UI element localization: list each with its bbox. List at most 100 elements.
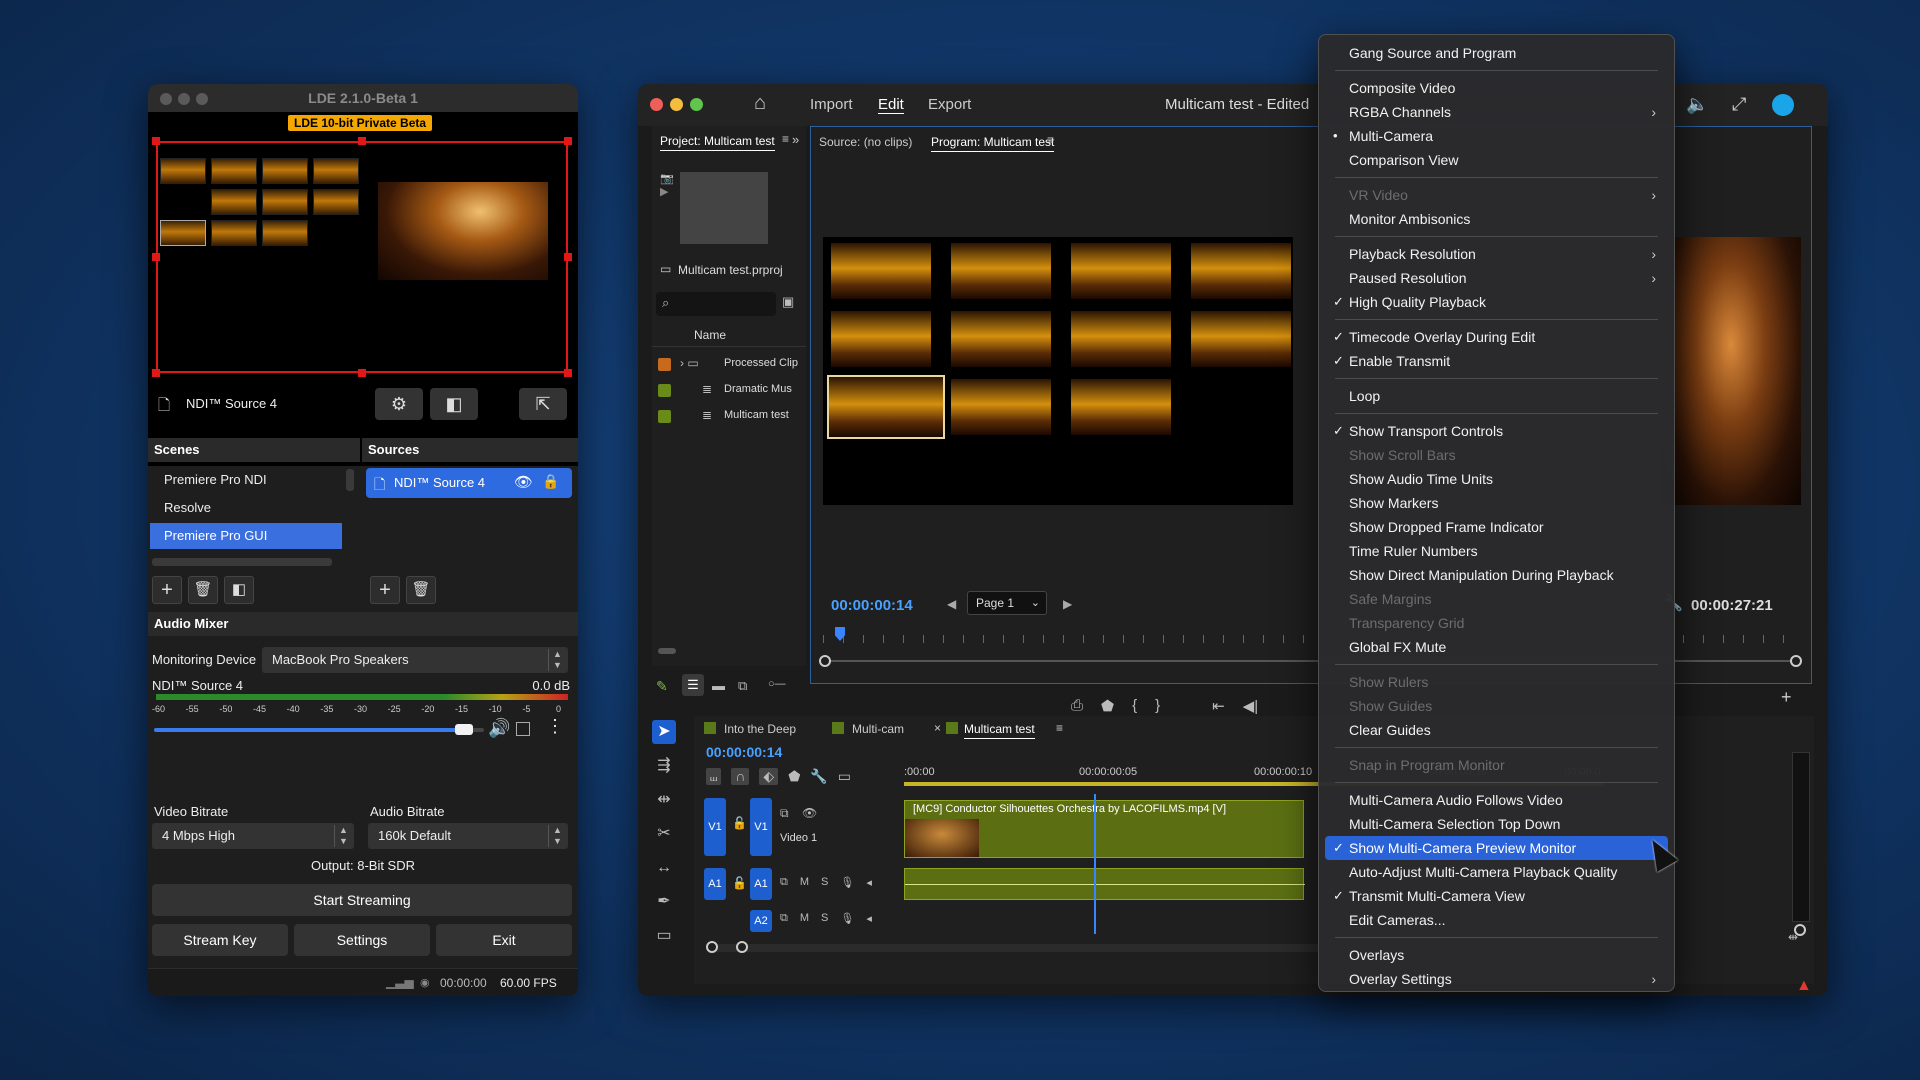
resize-handle[interactable] — [152, 137, 160, 145]
exit-button[interactable]: Exit — [436, 924, 572, 956]
zoom-slider[interactable] — [658, 648, 676, 654]
stream-key-button[interactable]: Stream Key — [152, 924, 288, 956]
camera-angle-3[interactable] — [1071, 243, 1171, 299]
timeline-playhead[interactable] — [1094, 794, 1096, 934]
list-view-icon[interactable]: ☰ — [682, 674, 704, 696]
menu-item-multi-camera-audio-follows-video[interactable]: Multi-Camera Audio Follows Video — [1325, 788, 1668, 812]
menu-item-comparison-view[interactable]: Comparison View — [1325, 148, 1668, 172]
menu-item-time-ruler-numbers[interactable]: Time Ruler Numbers — [1325, 539, 1668, 563]
sync-lock-icon[interactable]: ⧉ — [780, 806, 789, 821]
audio-clip[interactable] — [904, 868, 1305, 900]
zoom-button[interactable] — [690, 98, 703, 111]
audio-bitrate-select[interactable]: 160k Default ▲ ▼ — [368, 823, 568, 849]
razor-icon[interactable]: ✂ — [652, 822, 676, 846]
camera-angle-7[interactable] — [1071, 311, 1171, 367]
expand-panels-icon[interactable]: » — [792, 132, 799, 147]
rectangle-icon[interactable]: ▭ — [652, 924, 676, 948]
start-streaming-button[interactable]: Start Streaming — [152, 884, 572, 916]
camera-angle-1[interactable] — [831, 243, 931, 299]
program-timecode[interactable]: 00:00:00:14 — [831, 597, 913, 614]
speaker-icon[interactable]: 🔊 — [488, 718, 510, 739]
freeform-view-icon[interactable]: ⧉ — [738, 678, 747, 694]
menu-item-paused-resolution[interactable]: Paused Resolution › — [1325, 266, 1668, 290]
menu-item-overlays[interactable]: Overlays — [1325, 943, 1668, 967]
camera-angle-10[interactable] — [951, 379, 1051, 435]
wrench-icon[interactable]: 🔧 — [810, 768, 827, 785]
solo-button[interactable]: S — [821, 876, 828, 889]
add-button-icon[interactable]: + — [1781, 687, 1792, 708]
microphone-icon[interactable]: 🎙 — [840, 876, 854, 889]
popout-icon[interactable]: ⇱ — [519, 388, 567, 420]
lock-icon[interactable]: 🔒 — [542, 473, 559, 490]
scene-item[interactable]: Premiere Pro NDI — [150, 467, 342, 493]
track-source-a2[interactable]: A2 — [750, 910, 772, 932]
lde-preview[interactable]: LDE 10-bit Private Beta — [148, 112, 578, 466]
volume-knob[interactable] — [454, 724, 473, 735]
avatar[interactable] — [1772, 94, 1794, 116]
tab-multi-cam[interactable]: Multi-cam — [852, 722, 904, 736]
zoom-knob-icon[interactable]: ○— — [768, 678, 786, 690]
new-bin-icon[interactable]: ▣ — [782, 294, 794, 310]
fullscreen-icon[interactable]: ⤢ — [1732, 94, 1746, 115]
panel-menu-icon[interactable]: ≡ — [1047, 133, 1054, 147]
menu-item-edit-cameras[interactable]: Edit Cameras... — [1325, 908, 1668, 932]
scene-item-active[interactable]: Premiere Pro GUI — [150, 523, 342, 549]
resize-handle[interactable] — [358, 137, 366, 145]
mute-button[interactable]: M — [800, 876, 809, 889]
sync-lock-icon[interactable]: ⧉ — [780, 912, 788, 925]
icon-view-icon[interactable]: ▬ — [712, 678, 725, 693]
chevron-left-icon[interactable]: ◂ — [866, 876, 872, 889]
sync-lock-icon[interactable]: ⧉ — [780, 876, 788, 889]
mute-checkbox[interactable] — [516, 722, 530, 736]
warning-icon[interactable]: ▲ — [1796, 977, 1812, 995]
ripple-edit-icon[interactable]: ⇹ — [652, 788, 676, 812]
menu-item-high-quality-playback[interactable]: ✓ High Quality Playback — [1325, 290, 1668, 314]
menu-export[interactable]: Export — [928, 96, 971, 113]
project-item-name[interactable]: Multicam test — [724, 409, 804, 421]
panel-menu-icon[interactable]: ≡ — [1056, 721, 1063, 735]
source-item[interactable]: 🗋 NDI™ Source 4 👁 🔒 — [366, 468, 572, 498]
track-source-v1[interactable]: V1 — [750, 798, 772, 856]
volume-slider[interactable] — [154, 724, 484, 735]
mark-out-icon[interactable]: } — [1155, 697, 1160, 715]
menu-item-enable-transmit[interactable]: ✓ Enable Transmit — [1325, 349, 1668, 373]
lock-icon[interactable]: 🔓 — [732, 816, 747, 830]
menu-item-composite-video[interactable]: Composite Video — [1325, 76, 1668, 100]
project-search-input[interactable]: ⌕ — [656, 292, 776, 316]
add-source-button[interactable]: + — [370, 576, 400, 604]
menu-item-show-direct-manipulation-during-playback[interactable]: Show Direct Manipulation During Playback — [1325, 563, 1668, 587]
home-icon[interactable]: ⌂ — [754, 92, 766, 115]
tab-multicam-test[interactable]: Multicam test — [964, 722, 1035, 739]
project-item-name[interactable]: Processed Clip — [724, 357, 804, 369]
scene-layout-button[interactable]: ◧ — [224, 576, 254, 604]
chevron-left-icon[interactable]: ◂ — [866, 912, 872, 925]
menu-item-show-audio-time-units[interactable]: Show Audio Time Units — [1325, 467, 1668, 491]
monitoring-device-select[interactable]: MacBook Pro Speakers ▲ ▼ — [262, 647, 568, 673]
minimize-button[interactable] — [670, 98, 683, 111]
camera-angle-4[interactable] — [1191, 243, 1291, 299]
scroll-handle-right[interactable] — [1790, 655, 1802, 667]
pen-icon[interactable]: ✒ — [652, 890, 676, 914]
timeline-timecode[interactable]: 00:00:00:14 — [706, 744, 782, 760]
video-clip[interactable]: [MC9] Conductor Silhouettes Orchestra by… — [904, 800, 1304, 858]
go-to-in-icon[interactable]: ⇤ — [1212, 697, 1225, 715]
menu-item-auto-adjust-multi-camera-playback-quality[interactable]: Auto-Adjust Multi-Camera Playback Qualit… — [1325, 860, 1668, 884]
tab-into-the-deep[interactable]: Into the Deep — [724, 722, 796, 736]
multicam-grid[interactable] — [823, 237, 1293, 505]
mute-button[interactable]: M — [800, 912, 809, 925]
step-back-icon[interactable]: ◀| — [1243, 697, 1258, 715]
menu-import[interactable]: Import — [810, 96, 853, 113]
panel-menu-icon[interactable]: ≡ — [782, 132, 789, 146]
scenes-hscrollbar[interactable] — [152, 558, 332, 566]
menu-item-playback-resolution[interactable]: Playback Resolution › — [1325, 242, 1668, 266]
menu-item-global-fx-mute[interactable]: Global FX Mute — [1325, 635, 1668, 659]
video-bitrate-select[interactable]: 4 Mbps High ▲ ▼ — [152, 823, 354, 849]
menu-item-gang-source-and-program[interactable]: Gang Source and Program — [1325, 41, 1668, 65]
track-source-a1[interactable]: A1 — [750, 868, 772, 900]
menu-item-multi-camera[interactable]: • Multi-Camera — [1325, 124, 1668, 148]
marker-icon[interactable]: ⬟ — [788, 768, 800, 785]
menu-item-rgba-channels[interactable]: RGBA Channels › — [1325, 100, 1668, 124]
next-page-icon[interactable]: ▶ — [1063, 597, 1072, 611]
eye-icon[interactable]: 👁 — [514, 473, 533, 491]
camera-angle-8[interactable] — [1191, 311, 1291, 367]
